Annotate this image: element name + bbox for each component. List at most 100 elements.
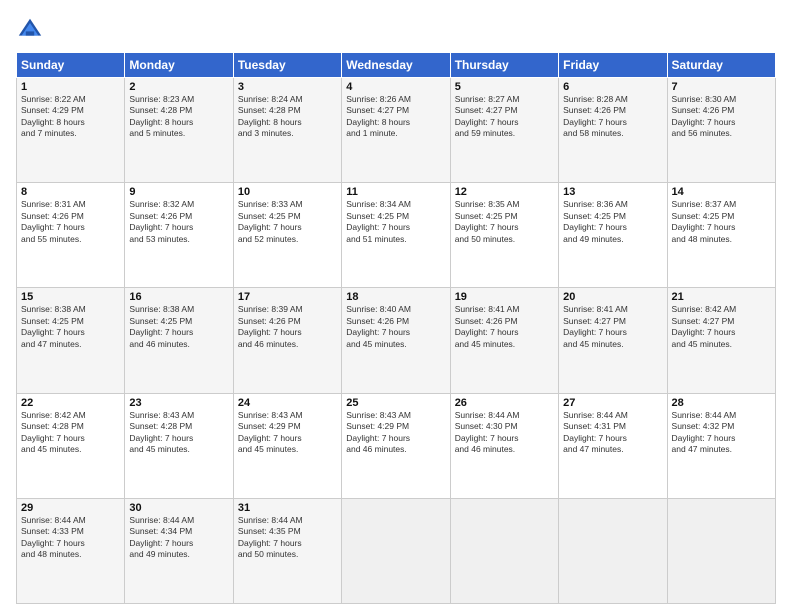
day-info: Sunrise: 8:44 AM Sunset: 4:35 PM Dayligh… [238,515,337,561]
day-cell: 12Sunrise: 8:35 AM Sunset: 4:25 PM Dayli… [450,183,558,288]
day-info: Sunrise: 8:43 AM Sunset: 4:28 PM Dayligh… [129,410,228,456]
day-cell: 5Sunrise: 8:27 AM Sunset: 4:27 PM Daylig… [450,78,558,183]
day-number: 22 [21,397,120,409]
day-cell: 9Sunrise: 8:32 AM Sunset: 4:26 PM Daylig… [125,183,233,288]
day-number: 13 [563,186,662,198]
day-number: 10 [238,186,337,198]
day-number: 8 [21,186,120,198]
day-cell: 14Sunrise: 8:37 AM Sunset: 4:25 PM Dayli… [667,183,775,288]
day-cell: 3Sunrise: 8:24 AM Sunset: 4:28 PM Daylig… [233,78,341,183]
day-number: 17 [238,291,337,303]
day-number: 18 [346,291,445,303]
day-info: Sunrise: 8:43 AM Sunset: 4:29 PM Dayligh… [238,410,337,456]
day-number: 25 [346,397,445,409]
day-info: Sunrise: 8:40 AM Sunset: 4:26 PM Dayligh… [346,304,445,350]
day-info: Sunrise: 8:42 AM Sunset: 4:27 PM Dayligh… [672,304,771,350]
day-number: 21 [672,291,771,303]
day-info: Sunrise: 8:44 AM Sunset: 4:31 PM Dayligh… [563,410,662,456]
day-info: Sunrise: 8:30 AM Sunset: 4:26 PM Dayligh… [672,94,771,140]
day-number: 5 [455,81,554,93]
day-cell: 6Sunrise: 8:28 AM Sunset: 4:26 PM Daylig… [559,78,667,183]
calendar-header: SundayMondayTuesdayWednesdayThursdayFrid… [17,53,776,78]
day-info: Sunrise: 8:33 AM Sunset: 4:25 PM Dayligh… [238,199,337,245]
day-number: 9 [129,186,228,198]
day-info: Sunrise: 8:23 AM Sunset: 4:28 PM Dayligh… [129,94,228,140]
day-number: 31 [238,502,337,514]
day-cell: 26Sunrise: 8:44 AM Sunset: 4:30 PM Dayli… [450,393,558,498]
day-number: 28 [672,397,771,409]
header-row: SundayMondayTuesdayWednesdayThursdayFrid… [17,53,776,78]
calendar: SundayMondayTuesdayWednesdayThursdayFrid… [16,52,776,604]
day-cell: 7Sunrise: 8:30 AM Sunset: 4:26 PM Daylig… [667,78,775,183]
logo-icon [16,16,44,44]
day-number: 3 [238,81,337,93]
day-cell: 11Sunrise: 8:34 AM Sunset: 4:25 PM Dayli… [342,183,450,288]
day-cell: 28Sunrise: 8:44 AM Sunset: 4:32 PM Dayli… [667,393,775,498]
day-cell: 10Sunrise: 8:33 AM Sunset: 4:25 PM Dayli… [233,183,341,288]
day-cell: 21Sunrise: 8:42 AM Sunset: 4:27 PM Dayli… [667,288,775,393]
day-cell: 23Sunrise: 8:43 AM Sunset: 4:28 PM Dayli… [125,393,233,498]
day-number: 29 [21,502,120,514]
day-info: Sunrise: 8:27 AM Sunset: 4:27 PM Dayligh… [455,94,554,140]
day-info: Sunrise: 8:44 AM Sunset: 4:30 PM Dayligh… [455,410,554,456]
day-number: 26 [455,397,554,409]
day-number: 11 [346,186,445,198]
day-number: 30 [129,502,228,514]
day-number: 15 [21,291,120,303]
day-number: 7 [672,81,771,93]
week-row-4: 29Sunrise: 8:44 AM Sunset: 4:33 PM Dayli… [17,498,776,603]
day-info: Sunrise: 8:42 AM Sunset: 4:28 PM Dayligh… [21,410,120,456]
day-number: 4 [346,81,445,93]
day-cell: 18Sunrise: 8:40 AM Sunset: 4:26 PM Dayli… [342,288,450,393]
day-info: Sunrise: 8:28 AM Sunset: 4:26 PM Dayligh… [563,94,662,140]
day-cell: 25Sunrise: 8:43 AM Sunset: 4:29 PM Dayli… [342,393,450,498]
page: SundayMondayTuesdayWednesdayThursdayFrid… [0,0,792,612]
day-number: 19 [455,291,554,303]
day-cell: 24Sunrise: 8:43 AM Sunset: 4:29 PM Dayli… [233,393,341,498]
day-cell: 22Sunrise: 8:42 AM Sunset: 4:28 PM Dayli… [17,393,125,498]
day-info: Sunrise: 8:44 AM Sunset: 4:32 PM Dayligh… [672,410,771,456]
day-cell: 8Sunrise: 8:31 AM Sunset: 4:26 PM Daylig… [17,183,125,288]
day-info: Sunrise: 8:24 AM Sunset: 4:28 PM Dayligh… [238,94,337,140]
day-cell: 4Sunrise: 8:26 AM Sunset: 4:27 PM Daylig… [342,78,450,183]
day-info: Sunrise: 8:34 AM Sunset: 4:25 PM Dayligh… [346,199,445,245]
header-cell-thursday: Thursday [450,53,558,78]
header-cell-saturday: Saturday [667,53,775,78]
week-row-0: 1Sunrise: 8:22 AM Sunset: 4:29 PM Daylig… [17,78,776,183]
day-number: 1 [21,81,120,93]
day-info: Sunrise: 8:44 AM Sunset: 4:34 PM Dayligh… [129,515,228,561]
day-cell: 1Sunrise: 8:22 AM Sunset: 4:29 PM Daylig… [17,78,125,183]
day-info: Sunrise: 8:32 AM Sunset: 4:26 PM Dayligh… [129,199,228,245]
day-cell: 27Sunrise: 8:44 AM Sunset: 4:31 PM Dayli… [559,393,667,498]
day-cell: 17Sunrise: 8:39 AM Sunset: 4:26 PM Dayli… [233,288,341,393]
day-number: 12 [455,186,554,198]
day-info: Sunrise: 8:41 AM Sunset: 4:26 PM Dayligh… [455,304,554,350]
day-info: Sunrise: 8:31 AM Sunset: 4:26 PM Dayligh… [21,199,120,245]
day-number: 16 [129,291,228,303]
week-row-3: 22Sunrise: 8:42 AM Sunset: 4:28 PM Dayli… [17,393,776,498]
day-number: 6 [563,81,662,93]
day-cell [667,498,775,603]
day-info: Sunrise: 8:44 AM Sunset: 4:33 PM Dayligh… [21,515,120,561]
day-cell: 31Sunrise: 8:44 AM Sunset: 4:35 PM Dayli… [233,498,341,603]
header-cell-wednesday: Wednesday [342,53,450,78]
day-info: Sunrise: 8:38 AM Sunset: 4:25 PM Dayligh… [21,304,120,350]
week-row-1: 8Sunrise: 8:31 AM Sunset: 4:26 PM Daylig… [17,183,776,288]
day-cell: 30Sunrise: 8:44 AM Sunset: 4:34 PM Dayli… [125,498,233,603]
header-cell-friday: Friday [559,53,667,78]
day-info: Sunrise: 8:37 AM Sunset: 4:25 PM Dayligh… [672,199,771,245]
day-info: Sunrise: 8:26 AM Sunset: 4:27 PM Dayligh… [346,94,445,140]
calendar-body: 1Sunrise: 8:22 AM Sunset: 4:29 PM Daylig… [17,78,776,604]
day-number: 14 [672,186,771,198]
day-cell: 2Sunrise: 8:23 AM Sunset: 4:28 PM Daylig… [125,78,233,183]
day-cell [450,498,558,603]
day-cell: 29Sunrise: 8:44 AM Sunset: 4:33 PM Dayli… [17,498,125,603]
logo [16,16,48,44]
day-number: 23 [129,397,228,409]
header-cell-sunday: Sunday [17,53,125,78]
day-number: 2 [129,81,228,93]
day-cell: 16Sunrise: 8:38 AM Sunset: 4:25 PM Dayli… [125,288,233,393]
day-cell: 15Sunrise: 8:38 AM Sunset: 4:25 PM Dayli… [17,288,125,393]
day-cell [342,498,450,603]
day-number: 24 [238,397,337,409]
